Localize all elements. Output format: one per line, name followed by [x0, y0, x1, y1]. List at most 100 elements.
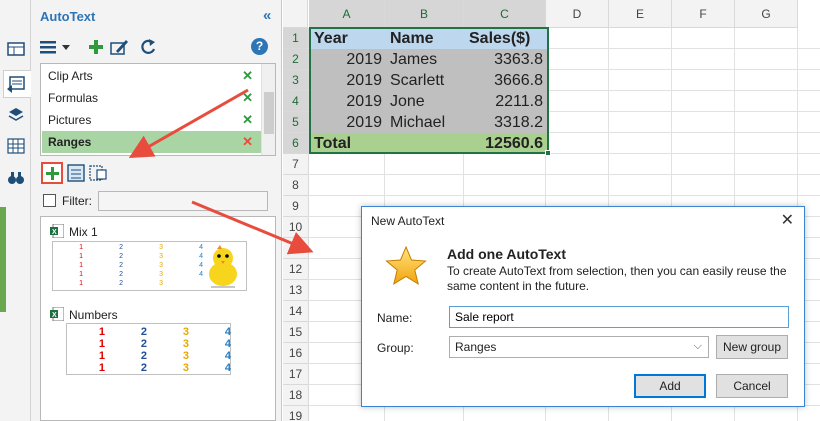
thumb-number: 1 [98, 326, 105, 338]
excel-file-icon: X [50, 307, 64, 321]
row-header[interactable]: 11 [283, 238, 309, 259]
row-header[interactable]: 1 [283, 28, 309, 49]
group-list: Clip Arts ✕ Formulas ✕ Pictures ✕ Ranges… [40, 63, 276, 156]
chevron-down-icon: ⌵ [693, 340, 702, 352]
workbook-icon[interactable] [7, 41, 25, 57]
column-header[interactable]: G [735, 0, 798, 28]
row-header[interactable]: 8 [283, 175, 309, 196]
range-selection-border [309, 27, 549, 154]
group-item-clip-arts[interactable]: Clip Arts ✕ [42, 65, 261, 87]
dialog-title: New AutoText [371, 214, 445, 228]
filter-input[interactable] [98, 191, 268, 211]
row-header[interactable]: 17 [283, 364, 309, 385]
name-input[interactable] [449, 306, 789, 328]
pane-title: AutoText [40, 9, 96, 24]
row-header[interactable]: 15 [283, 322, 309, 343]
gridline [308, 174, 820, 175]
column-header[interactable]: A [309, 0, 385, 28]
row-header[interactable]: 2 [283, 49, 309, 70]
row-header[interactable]: 19 [283, 406, 309, 421]
column-header[interactable]: C [464, 0, 546, 28]
thumb-number: 2 [119, 253, 123, 260]
thumb-number: 1 [98, 350, 105, 362]
table-grid-icon[interactable] [7, 138, 25, 154]
column-header[interactable]: B [385, 0, 464, 28]
autotext-preview-list: X Mix 1 1 2 3 4 1 2 3 4 1 2 3 4 1 2 3 4 … [40, 216, 276, 421]
thumb-number: 3 [182, 350, 189, 362]
filter-checkbox[interactable] [43, 194, 56, 207]
delete-group-icon[interactable]: ✕ [242, 109, 253, 131]
row-header[interactable]: 3 [283, 70, 309, 91]
filter-row: Filter: [40, 190, 280, 212]
group-item-label: Ranges [48, 135, 92, 149]
thumb-number: 4 [224, 362, 231, 374]
collapse-pane-icon[interactable]: « [263, 7, 271, 24]
group-item-label: Formulas [48, 91, 99, 105]
thumb-number: 1 [79, 253, 83, 260]
row-header[interactable]: 7 [283, 154, 309, 175]
thumb-number: 1 [79, 271, 83, 278]
group-item-ranges[interactable]: Ranges ✕ [42, 131, 261, 153]
insert-range-icon[interactable] [67, 164, 85, 182]
row-header[interactable]: 9 [283, 196, 309, 217]
fill-handle[interactable] [545, 150, 551, 156]
group-item-formulas[interactable]: Formulas ✕ [42, 87, 261, 109]
column-header[interactable]: E [609, 0, 672, 28]
add-button[interactable]: Add [634, 374, 706, 398]
thumb-number: 4 [199, 244, 203, 251]
thumb-number: 2 [140, 362, 147, 374]
thumb-number: 1 [79, 244, 83, 251]
select-all-corner[interactable] [283, 0, 308, 28]
entry-thumbnail[interactable]: 1 2 3 4 1 2 3 4 1 2 3 4 1 2 3 4 [66, 323, 231, 375]
thumb-number: 4 [199, 253, 203, 260]
delete-group-icon[interactable]: ✕ [242, 87, 253, 109]
refresh-icon[interactable] [139, 37, 157, 57]
add-group-icon[interactable] [87, 37, 105, 57]
thumb-number: 4 [224, 326, 231, 338]
row-header[interactable]: 16 [283, 343, 309, 364]
row-header[interactable]: 5 [283, 112, 309, 133]
thumb-number: 3 [182, 362, 189, 374]
star-icon [385, 245, 427, 286]
entry-thumbnail[interactable]: 1 2 3 4 1 2 3 4 1 2 3 4 1 2 3 4 1 2 3 [52, 241, 247, 291]
row-header[interactable]: 10 [283, 217, 309, 238]
delete-group-icon[interactable]: ✕ [242, 131, 253, 153]
delete-group-icon[interactable]: ✕ [242, 65, 253, 87]
group-item-pictures[interactable]: Pictures ✕ [42, 109, 261, 131]
thumb-number: 3 [159, 253, 163, 260]
autotext-entry-title[interactable]: Numbers [69, 308, 118, 322]
thumb-number: 2 [119, 280, 123, 287]
group-list-scrollbar[interactable] [261, 64, 275, 155]
autotext-pane: AutoText « ? Clip Arts ✕ Formulas ✕ Pict… [31, 0, 282, 421]
add-autotext-button[interactable] [41, 162, 63, 184]
row-header[interactable]: 18 [283, 385, 309, 406]
pane-resize-handle[interactable] [0, 207, 6, 312]
row-header[interactable]: 14 [283, 301, 309, 322]
thumb-number: 4 [199, 262, 203, 269]
cancel-button[interactable]: Cancel [716, 374, 788, 398]
find-binoculars-icon[interactable] [7, 170, 25, 186]
group-select[interactable]: Ranges ⌵ [449, 336, 709, 358]
close-icon[interactable]: ✕ [781, 210, 794, 230]
row-header[interactable]: 4 [283, 91, 309, 112]
view-menu-icon[interactable] [39, 37, 73, 57]
new-group-button[interactable]: New group [716, 335, 788, 359]
layers-icon[interactable] [7, 107, 25, 123]
row-header[interactable]: 12 [283, 259, 309, 280]
column-header[interactable]: F [672, 0, 735, 28]
autotext-tab-icon[interactable] [3, 70, 31, 98]
row-header[interactable]: 13 [283, 280, 309, 301]
thumb-number: 4 [199, 271, 203, 278]
column-header[interactable]: D [546, 0, 609, 28]
thumb-number: 2 [119, 271, 123, 278]
rename-icon[interactable] [109, 37, 129, 57]
filter-label: Filter: [62, 194, 92, 208]
row-header[interactable]: 6 [283, 133, 309, 154]
insert-text-icon[interactable] [89, 164, 107, 182]
help-icon[interactable]: ? [251, 38, 268, 55]
group-item-label: Clip Arts [48, 69, 93, 83]
autotext-entry-title[interactable]: Mix 1 [69, 225, 98, 239]
gridline [308, 195, 820, 196]
scrollbar-thumb[interactable] [264, 92, 274, 134]
group-item-label: Pictures [48, 113, 92, 127]
